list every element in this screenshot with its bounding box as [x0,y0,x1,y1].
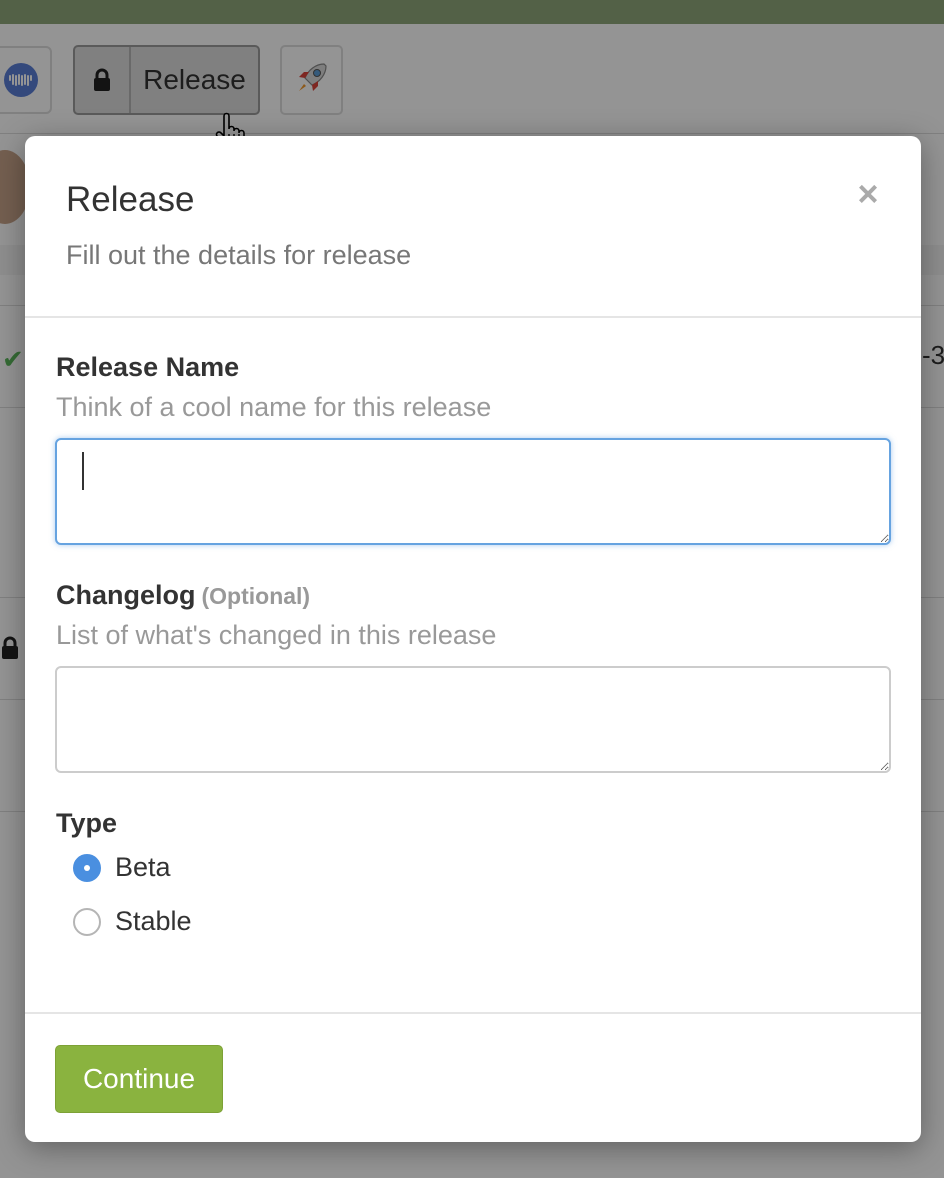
type-label: Type [56,808,118,838]
radio-stable[interactable]: Stable [73,906,192,937]
radio-beta-button[interactable] [73,853,101,882]
radio-stable-label: Stable [115,906,192,936]
modal-footer: Continue [25,1012,921,1142]
release-modal: Release Fill out the details for release… [25,136,921,1142]
changelog-label: Changelog (Optional) [56,580,310,611]
continue-button[interactable]: Continue [55,1045,223,1113]
modal-subtitle: Fill out the details for release [66,240,412,270]
optional-tag: (Optional) [201,583,311,609]
release-name-help: Think of a cool name for this release [56,392,492,422]
modal-body: Release Name Think of a cool name for th… [25,318,921,1012]
release-name-input[interactable] [55,438,891,545]
text-caret [82,452,84,490]
changelog-help: List of what's changed in this release [56,620,497,650]
changelog-input[interactable] [55,666,891,773]
modal-title: Release [66,180,195,219]
release-name-label: Release Name [56,352,240,382]
radio-beta-label: Beta [115,852,171,882]
radio-stable-button[interactable] [73,907,101,936]
modal-header: Release Fill out the details for release… [25,136,921,318]
close-icon[interactable]: × [853,176,883,212]
radio-beta[interactable]: Beta [73,852,171,883]
changelog-label-text: Changelog [56,580,196,610]
